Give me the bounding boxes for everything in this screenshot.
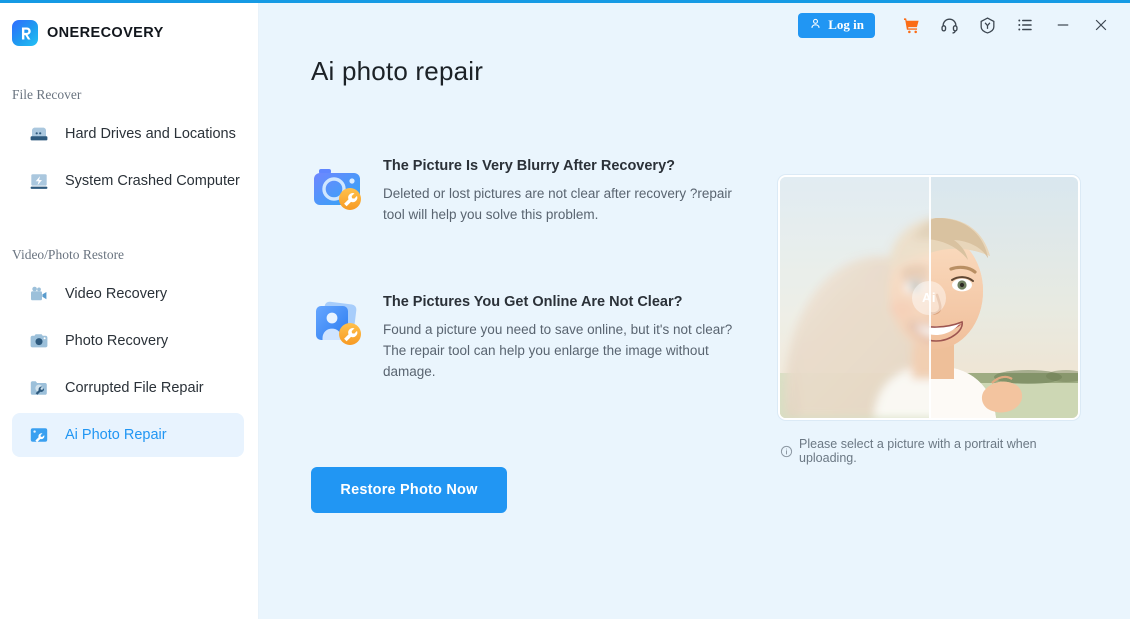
feature-item: The Picture Is Very Blurry After Recover… [309, 153, 759, 225]
main-content: Log in Ai photo repair The Picture Is Ve… [259, 3, 1130, 619]
folder-wrench-icon [26, 375, 52, 401]
preview-card[interactable]: Ai [778, 175, 1080, 420]
sidebar-group-title-file-recover: File Recover [12, 87, 82, 102]
crashed-computer-icon [26, 168, 52, 194]
cart-icon[interactable] [892, 6, 930, 44]
window-toolbar: Log in [798, 3, 1130, 47]
login-button[interactable]: Log in [798, 12, 875, 38]
feature-description: Deleted or lost pictures are not clear a… [383, 186, 732, 222]
sidebar-item-hard-drives-and-locations[interactable]: Hard Drives and Locations [12, 112, 244, 156]
sidebar-item-label: Corrupted File Repair [65, 380, 204, 396]
sidebar-nav-file-recover: Hard Drives and Locations System Crashed… [0, 112, 258, 203]
ai-photo-repair-icon [26, 422, 52, 448]
sidebar-group-title-video-photo-restore: Video/Photo Restore [12, 247, 125, 262]
camera-icon [26, 328, 52, 354]
login-label: Log in [828, 17, 864, 32]
user-icon [809, 17, 822, 34]
feature-list: The Picture Is Very Blurry After Recover… [309, 153, 759, 382]
sidebar-item-photo-recovery[interactable]: Photo Recovery [12, 319, 244, 363]
hard-drive-icon [26, 121, 52, 147]
preview-panel: Ai Please select a picture with a portra… [778, 175, 1080, 465]
info-icon [780, 445, 793, 458]
sidebar-item-corrupted-file-repair[interactable]: Corrupted File Repair [12, 366, 244, 410]
camera-repair-icon [309, 161, 365, 217]
sidebar-item-label: Ai Photo Repair [65, 427, 167, 443]
brand: ONERECOVERY [0, 3, 258, 49]
sidebar-item-system-crashed-computer[interactable]: System Crashed Computer [12, 159, 244, 203]
sidebar-nav-video-photo-restore: Video Recovery Photo Recovery Corrupted … [0, 272, 258, 457]
shield-award-icon[interactable] [968, 6, 1006, 44]
feature-title: The Pictures You Get Online Are Not Clea… [383, 294, 683, 310]
sidebar-item-label: Video Recovery [65, 286, 168, 302]
restore-photo-now-button[interactable]: Restore Photo Now [311, 467, 507, 513]
sidebar-item-label: Hard Drives and Locations [65, 126, 236, 142]
feature-text: The Picture Is Very Blurry After Recover… [383, 153, 748, 225]
video-camera-icon [26, 281, 52, 307]
feature-title: The Picture Is Very Blurry After Recover… [383, 158, 675, 174]
onerecovery-logo-icon [12, 20, 38, 46]
sidebar: ONERECOVERY File Recover Hard Drives and… [0, 3, 259, 619]
feature-text: The Pictures You Get Online Are Not Clea… [383, 289, 748, 382]
photo-card-repair-icon [309, 297, 365, 353]
brand-name: ONERECOVERY [47, 25, 164, 41]
before-after-preview-image[interactable]: Ai [780, 177, 1078, 418]
preview-note-text: Please select a picture with a portrait … [799, 437, 1037, 465]
close-icon[interactable] [1082, 6, 1120, 44]
sidebar-item-ai-photo-repair[interactable]: Ai Photo Repair [12, 413, 244, 457]
sidebar-item-label: Photo Recovery [65, 333, 169, 349]
sidebar-item-label: System Crashed Computer [65, 173, 240, 189]
feature-description: Found a picture you need to save online,… [383, 322, 733, 379]
sidebar-item-video-recovery[interactable]: Video Recovery [12, 272, 244, 316]
feature-item: The Pictures You Get Online Are Not Clea… [309, 289, 759, 382]
minimize-icon[interactable] [1044, 6, 1082, 44]
application-window: ONERECOVERY File Recover Hard Drives and… [0, 0, 1130, 619]
page-title: Ai photo repair [311, 56, 484, 86]
ai-badge: Ai [912, 280, 946, 315]
headset-icon[interactable] [930, 6, 968, 44]
preview-note: Please select a picture with a portrait … [780, 437, 1080, 465]
menu-list-icon[interactable] [1006, 6, 1044, 44]
